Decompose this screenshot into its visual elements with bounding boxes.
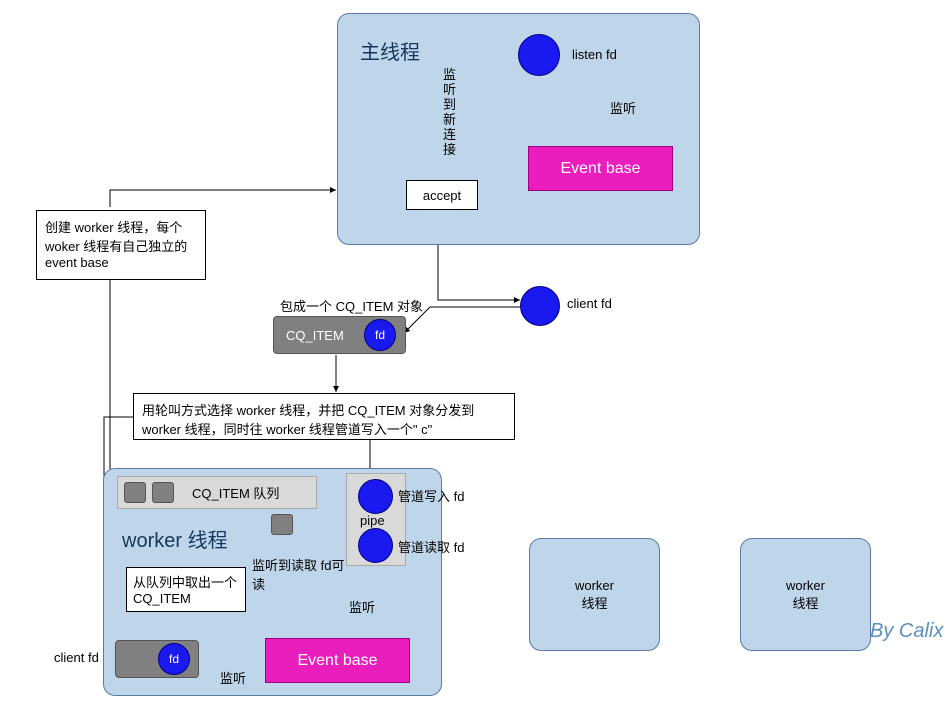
pipe-read-fd-label: 管道读取 fd — [398, 537, 464, 556]
listen2-label: 监听 — [220, 668, 246, 687]
queue-slot-1 — [124, 482, 146, 503]
listen-fd-label: listen fd — [572, 47, 617, 62]
listen-fd-circle — [518, 34, 560, 76]
worker-event-base: Event base — [265, 638, 410, 683]
listen-label: 监听 — [610, 98, 636, 117]
main-event-base: Event base — [528, 146, 673, 191]
create-worker-note: 创建 worker 线程，每个woker 线程有自己独立的 event base — [36, 210, 206, 280]
pipe-write-fd-label: 管道写入 fd — [398, 486, 464, 505]
client-fd-circle — [520, 286, 560, 326]
queue-label: CQ_ITEM 队列 — [192, 483, 279, 502]
worker-title: worker 线程 — [122, 524, 228, 553]
pipe-read-fd-circle — [358, 528, 393, 563]
worker-box-3: worker线程 — [740, 538, 871, 651]
worker-box-2-label: worker线程 — [575, 578, 614, 612]
queue-slot-2 — [152, 482, 174, 503]
pipe-label: pipe — [360, 513, 385, 528]
pipe-write-fd-circle — [358, 479, 393, 514]
cq-item-fd-circle: fd — [364, 319, 396, 351]
cq-item-text: CQ_ITEM — [286, 328, 344, 343]
worker-client-fd-circle: fd — [158, 643, 190, 675]
client-fd-label: client fd — [567, 296, 612, 311]
watermark: By Calix — [870, 620, 943, 643]
listen-readable-label: 监听到读取 fd可读 — [252, 555, 356, 593]
listen-label-worker: 监听 — [349, 597, 375, 616]
main-thread-title: 主线程 — [360, 36, 420, 65]
worker-client-fd-label: client fd — [54, 650, 99, 665]
worker-box-3-label: worker线程 — [786, 578, 825, 612]
dequeue-box: 从队列中取出一个 CQ_ITEM — [126, 567, 246, 612]
queue-item-drop — [271, 514, 293, 535]
cq-item-wrap-label: 包成一个 CQ_ITEM 对象 — [280, 296, 423, 315]
worker-box-2: worker线程 — [529, 538, 660, 651]
accept-box: accept — [406, 180, 478, 210]
dispatch-note: 用轮叫方式选择 worker 线程，并把 CQ_ITEM 对象分发到 worke… — [133, 393, 515, 440]
new-conn-label: 监听到新连接 — [443, 67, 457, 157]
